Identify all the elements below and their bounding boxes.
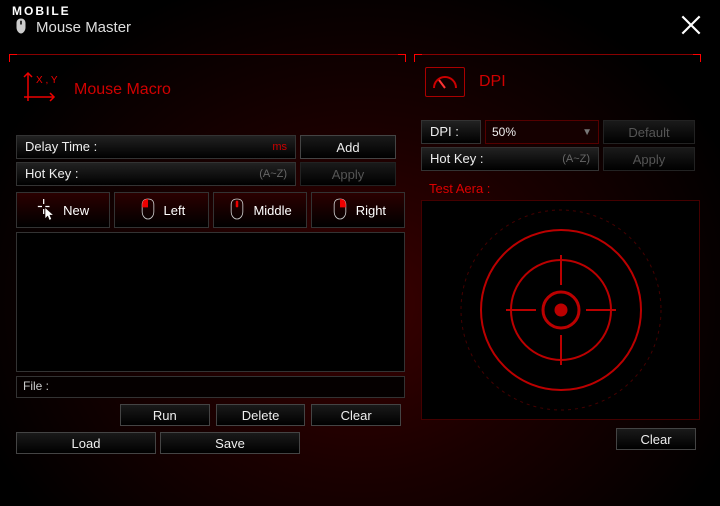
- file-label: File :: [23, 379, 49, 393]
- tab-new[interactable]: New: [16, 192, 110, 228]
- load-button[interactable]: Load: [16, 432, 156, 454]
- chevron-down-icon: ▼: [582, 127, 592, 138]
- app-title: Mouse Master: [36, 20, 131, 35]
- delay-time-field[interactable]: Delay Time : ms: [16, 135, 296, 159]
- dpi-value: 50%: [492, 125, 516, 139]
- tab-left[interactable]: Left: [114, 192, 208, 228]
- delay-unit: ms: [272, 136, 287, 158]
- dpi-test-area[interactable]: [421, 200, 700, 420]
- run-button[interactable]: Run: [120, 404, 210, 426]
- default-button[interactable]: Default: [603, 120, 695, 144]
- dpi-clear-button[interactable]: Clear: [616, 428, 696, 450]
- logo-block: MOBILE Mouse Master: [12, 5, 131, 38]
- dpi-panel-title: DPI: [479, 73, 506, 91]
- macro-clear-button[interactable]: Clear: [311, 404, 401, 426]
- app-header: MOBILE Mouse Master: [0, 0, 720, 42]
- dpi-apply-button[interactable]: Apply: [603, 147, 695, 171]
- save-button[interactable]: Save: [160, 432, 300, 454]
- gauge-icon: [425, 67, 465, 97]
- delete-button[interactable]: Delete: [216, 404, 306, 426]
- brand-text: MOBILE: [12, 5, 131, 17]
- macro-hotkey-hint: (A~Z): [259, 163, 287, 185]
- mouse-macro-panel: X , Y Mouse Macro Delay Time : ms Add Ho…: [10, 54, 405, 454]
- macro-list-box[interactable]: [16, 232, 405, 372]
- macro-hotkey-field[interactable]: Hot Key : (A~Z): [16, 162, 296, 186]
- mouse-right-icon: [330, 196, 350, 225]
- dpi-hotkey-field[interactable]: Hot Key : (A~Z): [421, 147, 599, 171]
- dpi-panel: DPI DPI : 50% ▼ Default Hot Key : (A~Z) …: [415, 54, 700, 454]
- dpi-dropdown[interactable]: 50% ▼: [485, 120, 599, 144]
- delay-time-label: Delay Time :: [25, 136, 97, 158]
- dpi-label: DPI :: [421, 120, 481, 144]
- tab-right[interactable]: Right: [311, 192, 405, 228]
- crosshair-icon: [451, 200, 671, 420]
- macro-apply-button[interactable]: Apply: [300, 162, 396, 186]
- macro-panel-title: Mouse Macro: [74, 81, 171, 99]
- mouse-left-icon: [138, 196, 158, 225]
- xy-axes-icon: X , Y: [20, 67, 60, 112]
- dpi-hotkey-label: Hot Key :: [430, 148, 483, 170]
- cursor-icon: [37, 196, 57, 225]
- svg-text:X , Y: X , Y: [36, 75, 58, 86]
- file-field[interactable]: File :: [16, 376, 405, 398]
- mouse-icon: [12, 17, 30, 38]
- close-button[interactable]: [678, 12, 704, 43]
- add-button[interactable]: Add: [300, 135, 396, 159]
- test-area-label: Test Aera :: [429, 181, 700, 196]
- mouse-middle-icon: [227, 196, 247, 225]
- tab-middle[interactable]: Middle: [213, 192, 307, 228]
- macro-hotkey-label: Hot Key :: [25, 163, 78, 185]
- dpi-hotkey-hint: (A~Z): [562, 148, 590, 170]
